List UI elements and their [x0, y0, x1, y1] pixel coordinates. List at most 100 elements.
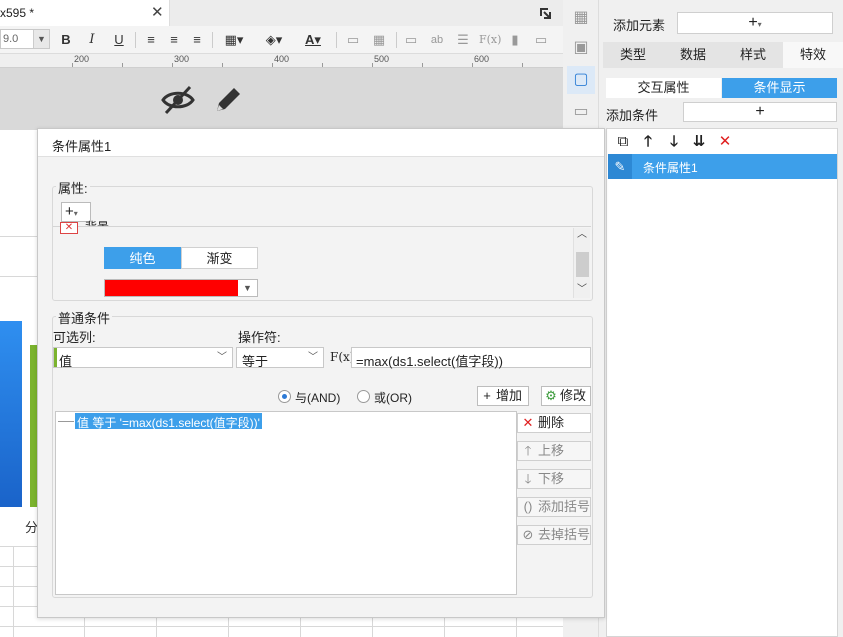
- condition-item-label: 条件属性1: [643, 161, 698, 175]
- scroll-down-icon[interactable]: ﹀: [574, 283, 590, 297]
- radio-and-label: 与(AND): [295, 391, 341, 405]
- remove-bracket-button[interactable]: ⊘ 去掉括号: [517, 525, 591, 545]
- pencil-icon[interactable]: [210, 82, 246, 118]
- condition-expression-list[interactable]: [55, 411, 517, 595]
- operator-select-value: 等于: [242, 354, 269, 369]
- chart-bar: [0, 321, 22, 507]
- font-color-icon[interactable]: A▾: [298, 31, 328, 49]
- toolbar-divider: [135, 32, 136, 48]
- align-left-icon[interactable]: ≡: [142, 31, 160, 49]
- grid-line: [0, 276, 37, 277]
- add-condition-entry-button[interactable]: + 增加: [477, 386, 529, 406]
- formula-fx-icon[interactable]: F(x): [330, 348, 354, 368]
- hidden-eye-icon[interactable]: [160, 82, 196, 118]
- arrow-down-icon[interactable]: 🡓: [664, 132, 684, 152]
- subtab-interaction[interactable]: 交互属性: [606, 78, 721, 98]
- ruler-label: 400: [274, 54, 290, 64]
- grid-line: [84, 618, 85, 637]
- color-swatch: [105, 280, 238, 296]
- plus-icon: +: [755, 103, 765, 120]
- canvas-header-area: [0, 68, 563, 130]
- modify-condition-button[interactable]: ⚙ 修改: [541, 386, 591, 406]
- formula-input[interactable]: =max(ds1.select(值字段)): [351, 347, 591, 369]
- arrow-down-icon: 🡓: [524, 471, 532, 486]
- add-bracket-label: 添加括号: [538, 499, 591, 514]
- background-property-label: 背景: [85, 218, 109, 226]
- move-up-button[interactable]: 🡑 上移: [517, 441, 591, 461]
- text-icon[interactable]: ab: [428, 31, 446, 49]
- merge-cells-icon[interactable]: ▭: [344, 31, 362, 49]
- font-size-select[interactable]: 9.0 ▼: [0, 29, 50, 49]
- chart-icon[interactable]: ▮: [506, 31, 524, 49]
- add-bracket-button[interactable]: () 添加括号: [517, 497, 591, 517]
- operator-select[interactable]: 等于 ﹀: [236, 347, 324, 369]
- grid-line: [516, 618, 517, 637]
- radio-or[interactable]: 或(OR): [357, 389, 412, 405]
- split-cells-icon[interactable]: ▦: [370, 31, 388, 49]
- grid-line: [0, 236, 37, 237]
- scroll-up-icon[interactable]: ︿: [574, 228, 590, 242]
- condition-list-item[interactable]: ✎ 条件属性1: [608, 154, 837, 179]
- column-select[interactable]: 值 ﹀: [53, 347, 233, 369]
- remove-property-icon[interactable]: ✕: [60, 222, 78, 234]
- widget-settings-icon[interactable]: ▣: [567, 34, 595, 62]
- dialog-titlebar: [38, 129, 604, 157]
- add-condition-button[interactable]: +: [683, 102, 837, 122]
- delete-x-icon[interactable]: ✕: [715, 132, 735, 152]
- toolbar-divider: [336, 32, 337, 48]
- grid-line: [156, 618, 157, 637]
- condition-expression-item[interactable]: 值 等于 '=max(ds1.select(值字段))': [75, 413, 262, 430]
- copy-icon[interactable]: ⧉: [613, 132, 633, 152]
- align-right-icon[interactable]: ≡: [188, 31, 206, 49]
- underline-icon[interactable]: U: [110, 31, 128, 49]
- subtab-conditional-display[interactable]: 条件显示: [722, 78, 837, 98]
- fill-solid-button[interactable]: 纯色: [104, 247, 181, 269]
- move-bottom-icon[interactable]: ⇊: [689, 132, 709, 152]
- grid-line: [0, 606, 37, 607]
- formula-icon[interactable]: F(x): [479, 31, 501, 49]
- scroll-thumb[interactable]: [576, 252, 589, 277]
- tab-style[interactable]: 样式: [723, 42, 783, 68]
- grid-line: [372, 618, 373, 637]
- column-label: 可选列:: [53, 330, 96, 345]
- ruler: 200 300 400 500 600: [0, 54, 563, 68]
- bold-icon[interactable]: B: [57, 31, 75, 49]
- move-down-button[interactable]: 🡓 下移: [517, 469, 591, 489]
- cell-attributes-icon[interactable]: ▦: [567, 4, 595, 32]
- delete-x-icon: ✕: [522, 415, 534, 430]
- column-select-value: 值: [59, 354, 73, 369]
- tab-effects[interactable]: 特效: [783, 42, 843, 68]
- border-icon[interactable]: ▦▾: [219, 31, 249, 49]
- fill-gradient-button[interactable]: 渐变: [181, 247, 258, 269]
- add-button-label: 增加: [496, 388, 523, 403]
- add-element-button[interactable]: +▾: [677, 12, 833, 34]
- field-icon[interactable]: ▭: [402, 31, 420, 49]
- radio-and[interactable]: 与(AND): [278, 389, 341, 405]
- align-center-icon[interactable]: ≡: [165, 31, 183, 49]
- element-attributes-icon[interactable]: ▢: [567, 66, 595, 94]
- italic-icon[interactable]: I: [83, 31, 101, 49]
- radio-indicator: [278, 390, 291, 403]
- rich-text-icon[interactable]: ☰: [454, 31, 472, 49]
- tab-data[interactable]: 数据: [663, 42, 723, 68]
- tab-menu-icon[interactable]: [538, 6, 552, 20]
- grid-line: [0, 546, 37, 547]
- add-element-label: 添加元素: [613, 18, 666, 33]
- select-accent: [54, 348, 57, 367]
- tree-connector: [58, 421, 74, 422]
- chevron-down-icon: ▼: [33, 30, 49, 48]
- plus-icon: +: [748, 14, 758, 31]
- color-picker[interactable]: ▼: [104, 279, 258, 297]
- arrow-up-icon[interactable]: 🡑: [638, 132, 658, 152]
- chevron-down-icon: ﹀: [308, 352, 318, 363]
- tab-type[interactable]: 类型: [603, 42, 663, 68]
- fill-color-icon[interactable]: ◈▾: [259, 31, 289, 49]
- delete-condition-button[interactable]: ✕ 删除: [517, 413, 591, 433]
- image-icon[interactable]: ▭: [532, 31, 550, 49]
- remove-bracket-icon: ⊘: [522, 527, 534, 542]
- property-scrollbar[interactable]: ︿ ﹀: [573, 228, 590, 298]
- close-icon[interactable]: ✕: [151, 3, 164, 21]
- document-tab[interactable]: x595 * ✕: [0, 0, 170, 26]
- ruler-label: 600: [474, 54, 490, 64]
- component-icon[interactable]: ▭: [567, 98, 595, 126]
